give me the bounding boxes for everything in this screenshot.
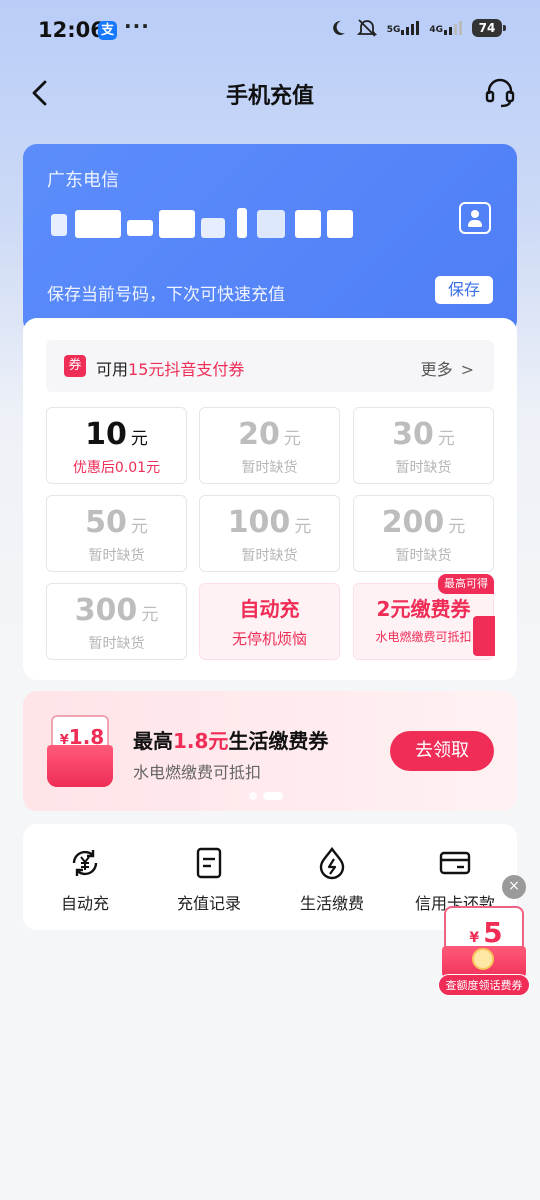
contacts-icon[interactable]: [459, 202, 491, 234]
amount-option-50[interactable]: 50 元 暂时缺货: [46, 495, 187, 572]
service-auto-recharge[interactable]: 自动充: [23, 846, 147, 914]
floating-coupon-label: 查额度领话费券: [438, 974, 530, 996]
red-envelope-icon: ¥1.8: [47, 715, 113, 787]
credit-card-icon: [439, 851, 471, 875]
chevron-right-icon: >: [460, 360, 474, 379]
battery-icon: 74: [472, 19, 506, 37]
amount-option-30[interactable]: 30 元 暂时缺货: [353, 407, 494, 484]
utility-coupon-banner[interactable]: ¥1.8 最高1.8元生活缴费券 水电燃缴费可抵扣 去领取: [23, 691, 517, 811]
carrier-name: 广东电信: [47, 170, 119, 191]
customer-service-icon[interactable]: [482, 74, 518, 110]
signal-5g-icon: 5G: [387, 21, 420, 35]
phone-number-card: 广东电信 保存当前号码，下次可快速充值 保存: [23, 144, 517, 334]
coupon-text: 可用15元抖音支付券: [96, 360, 245, 379]
recharge-panel: 券 可用15元抖音支付券 更多 > 10 元 优惠后0.01元 20 元 暂时缺货 3…: [23, 318, 517, 680]
moon-icon: [332, 20, 345, 35]
mute-icon: [356, 19, 377, 37]
alipay-icon: 支: [98, 21, 117, 40]
coin-icon: [472, 948, 494, 970]
amount-option-10[interactable]: 10 元 优惠后0.01元: [46, 407, 187, 484]
record-icon: [196, 847, 222, 879]
auto-recharge-icon: [72, 850, 98, 876]
floating-coupon-widget[interactable]: ¥5 查额度领话费券: [438, 906, 530, 998]
page-header: 手机充值: [0, 64, 540, 122]
page-title: 手机充值: [225, 84, 314, 109]
status-bar: 12:06 支 ··· 5G 4G 74: [0, 0, 540, 64]
banner-subtitle: 水电燃缴费可抵扣: [133, 763, 262, 782]
amount-option-100[interactable]: 100 元 暂时缺货: [199, 495, 340, 572]
status-icons: 5G 4G 74: [329, 19, 506, 37]
utility-icon: [319, 846, 345, 880]
status-time: 12:06: [38, 18, 105, 42]
max-reward-badge: 最高可得: [438, 574, 494, 594]
close-icon[interactable]: ×: [502, 875, 526, 899]
amount-option-300[interactable]: 300 元 暂时缺货: [46, 583, 187, 660]
amount-option-200[interactable]: 200 元 暂时缺货: [353, 495, 494, 572]
banner-title: 最高1.8元生活缴费券: [133, 729, 329, 753]
phone-number-masked[interactable]: [51, 206, 353, 240]
red-envelope-icon: [473, 616, 495, 656]
carousel-indicator: [249, 792, 283, 800]
service-credit-card[interactable]: 信用卡还款: [393, 846, 517, 914]
save-number-hint: 保存当前号码，下次可快速充值: [47, 285, 285, 305]
amount-option-20[interactable]: 20 元 暂时缺货: [199, 407, 340, 484]
bill-coupon-option[interactable]: 最高可得 2元缴费券 水电燃缴费可抵扣: [353, 574, 495, 660]
coupon-tag-icon: 券: [64, 355, 86, 377]
signal-4g-icon: 4G: [429, 21, 462, 35]
claim-button[interactable]: 去领取: [390, 731, 494, 771]
service-recharge-record[interactable]: 充值记录: [147, 846, 271, 914]
coupon-highlight: 15元抖音支付券: [128, 360, 245, 379]
save-button[interactable]: 保存: [435, 276, 493, 304]
service-utility-payment[interactable]: 生活缴费: [270, 846, 394, 914]
coupon-bar[interactable]: 券 可用15元抖音支付券 更多 >: [46, 340, 494, 392]
auto-recharge-option[interactable]: 自动充 无停机烦恼: [199, 583, 340, 660]
more-notifications-icon: ···: [124, 14, 150, 38]
coupon-more-link[interactable]: 更多 >: [421, 356, 474, 380]
